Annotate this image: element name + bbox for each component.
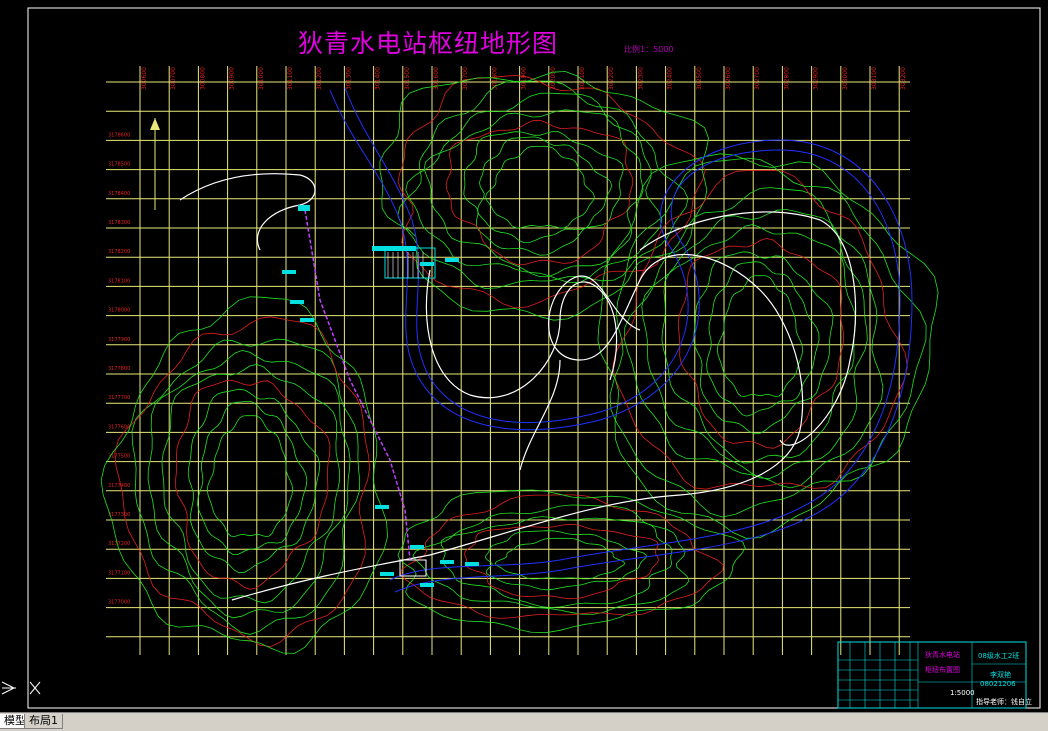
grid-label-y: 3177800 bbox=[108, 366, 130, 372]
grid-label-y: 3178100 bbox=[108, 278, 130, 284]
grid-label-y: 3177900 bbox=[108, 337, 130, 343]
structure-label-marker bbox=[420, 262, 434, 266]
drawing-title: 狄青水电站枢纽地形图 bbox=[298, 29, 559, 58]
grid-label-y: 3177100 bbox=[108, 570, 130, 576]
contour-line bbox=[206, 415, 294, 537]
grid-label-x: 302900 bbox=[813, 67, 820, 90]
structure-label-marker bbox=[420, 583, 434, 587]
ucs-icon bbox=[1, 681, 41, 695]
grid-label-x: 303000 bbox=[842, 67, 849, 90]
contour-line bbox=[405, 92, 663, 284]
grid-label-y: 3178500 bbox=[108, 162, 130, 168]
structure-label-marker bbox=[282, 270, 296, 274]
structure-label-marker bbox=[410, 545, 424, 549]
contour-line bbox=[379, 71, 710, 321]
contour-line bbox=[412, 504, 690, 615]
grid-label-x: 301000 bbox=[258, 67, 265, 90]
structure-label-marker bbox=[445, 258, 459, 262]
grid-label-y: 3177700 bbox=[108, 395, 130, 401]
grid-label-x: 302200 bbox=[608, 67, 615, 90]
structure-label-marker bbox=[380, 572, 394, 576]
titleblock-student-id: 08021206 bbox=[980, 680, 1016, 688]
structure-label-marker bbox=[375, 505, 389, 509]
grid-label-y: 3177400 bbox=[108, 483, 130, 489]
titleblock-name-line1: 狄青水电站 bbox=[925, 651, 960, 659]
tab-layout1[interactable]: 布局1 bbox=[24, 714, 63, 729]
grid-label-y: 3178300 bbox=[108, 220, 130, 226]
grid-label-x: 300600 bbox=[141, 67, 148, 90]
grid-label-x: 302800 bbox=[783, 67, 790, 90]
grid-label-x: 300900 bbox=[229, 67, 236, 90]
layout-tab-bar: 模型 布局1 bbox=[0, 712, 1048, 731]
contour-line bbox=[161, 363, 340, 604]
grid-label-x: 301500 bbox=[404, 67, 411, 90]
titleblock-advisor: 指导老师：钱自立 bbox=[976, 698, 1032, 706]
grid-label-y: 3177600 bbox=[108, 424, 130, 430]
titleblock-student: 李双艳 bbox=[990, 671, 1011, 679]
grid-label-x: 302400 bbox=[667, 67, 674, 90]
road-line bbox=[425, 269, 618, 399]
structure-label-marker bbox=[440, 560, 454, 564]
road-line bbox=[231, 254, 804, 601]
grid-label-x: 301200 bbox=[316, 67, 323, 90]
grid-label-y: 3178600 bbox=[108, 132, 130, 138]
grid-label-y: 3178400 bbox=[108, 191, 130, 197]
grid-label-x: 302700 bbox=[754, 67, 761, 90]
structure-label-marker bbox=[290, 300, 304, 304]
grid-label-y: 3177000 bbox=[108, 600, 130, 606]
grid-label-x: 302000 bbox=[550, 67, 557, 90]
grid-label-x: 302500 bbox=[696, 67, 703, 90]
contour-line bbox=[612, 169, 908, 490]
grid-label-x: 301100 bbox=[287, 67, 294, 90]
grid-label-x: 302300 bbox=[637, 67, 644, 90]
titleblock-name-line2: 枢纽布置图 bbox=[925, 666, 960, 674]
grid-label-x: 301900 bbox=[521, 67, 528, 90]
cad-model-space[interactable]: 300600 300700 300800 300900 301000 301100 3012… bbox=[0, 0, 1048, 712]
grid-label-x: 302600 bbox=[725, 67, 732, 90]
contour-line bbox=[400, 494, 724, 619]
grid-label-x: 303200 bbox=[900, 67, 907, 90]
contour-line bbox=[494, 537, 626, 580]
grid-label-x: 301300 bbox=[345, 67, 352, 90]
grid-label-y: 3178200 bbox=[108, 249, 130, 255]
grid-label-y: 3178000 bbox=[108, 308, 130, 314]
road-line bbox=[519, 359, 561, 471]
titleblock-scale: 1:5000 bbox=[950, 689, 975, 697]
grid-label-x: 303100 bbox=[871, 67, 878, 90]
grid-label-y: 3177200 bbox=[108, 541, 130, 547]
contour-line bbox=[677, 238, 845, 449]
contour-line bbox=[197, 400, 308, 555]
grid-label-x: 300700 bbox=[170, 67, 177, 90]
north-arrow-head bbox=[150, 118, 160, 130]
contour-line bbox=[641, 209, 868, 480]
intake-structure bbox=[298, 205, 310, 211]
grid-label-y: 3177300 bbox=[108, 512, 130, 518]
scale-note: 比例1：5000 bbox=[624, 45, 674, 54]
grid-label-x: 300800 bbox=[199, 67, 206, 90]
drawing-border bbox=[27, 7, 1041, 709]
road-line bbox=[179, 173, 316, 251]
contour-line bbox=[187, 388, 321, 574]
grid-label-x: 301700 bbox=[462, 67, 469, 90]
penstock-tunnel bbox=[304, 209, 411, 561]
topographic-map-drawing[interactable]: 300600 300700 300800 300900 301000 301100 3012… bbox=[0, 0, 1048, 712]
titleblock-class: 08级水工2班 bbox=[978, 652, 1020, 660]
grid-label-x: 301400 bbox=[375, 67, 382, 90]
structure-label-marker bbox=[465, 562, 479, 566]
contour-line bbox=[131, 338, 361, 635]
structure-label-marker bbox=[300, 318, 314, 322]
dam-crest bbox=[372, 246, 416, 251]
